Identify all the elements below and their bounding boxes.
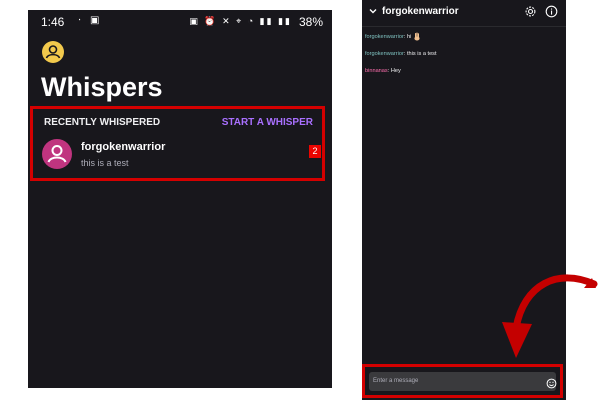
start-whisper-button[interactable]: START A WHISPER (222, 117, 313, 128)
chat-message: binnanas: Hey (365, 68, 401, 74)
emoji-icon[interactable] (546, 378, 557, 389)
message-username[interactable]: forgokenwarrior (365, 34, 404, 40)
conversation-avatar (42, 139, 72, 169)
user-icon (47, 145, 67, 163)
message-text: hi (407, 33, 412, 40)
section-header: RECENTLY WHISPERED (44, 117, 161, 128)
conversation-preview: this is a test (81, 158, 129, 168)
notification-icons: ⋅ ▣ (78, 15, 103, 26)
chat-header: forgokenwarrior (362, 0, 566, 27)
message-username[interactable]: forgokenwarrior (365, 51, 404, 57)
message-input-highlight: Enter a message (362, 364, 563, 398)
battery-level: 38% (298, 15, 323, 29)
user-icon (45, 45, 61, 59)
message-text: this is a test (407, 51, 437, 57)
profile-avatar[interactable] (42, 41, 64, 63)
gear-icon[interactable] (524, 5, 537, 18)
chat-title: forgokenwarrior (382, 6, 459, 17)
unread-badge: 2 (309, 145, 321, 158)
hand-emoji-icon (414, 32, 420, 41)
chat-message: forgokenwarrior: this is a test (365, 51, 437, 57)
message-input[interactable]: Enter a message (369, 372, 556, 391)
arrow-annotation-icon (502, 274, 598, 358)
conversation-name: forgokenwarrior (81, 141, 166, 153)
info-icon[interactable] (545, 5, 558, 18)
page-title: Whispers (41, 72, 163, 102)
message-username[interactable]: binnanas (365, 68, 388, 74)
status-bar: 1:46 ⋅ ▣ ▣ ⏰ ✕ ⌖ ◔ ▮▮ ▮▮ 38% (28, 10, 332, 34)
whispers-screen: 1:46 ⋅ ▣ ▣ ⏰ ✕ ⌖ ◔ ▮▮ ▮▮ 38% Whispers RE… (28, 10, 332, 388)
recent-whispers-section: RECENTLY WHISPERED START A WHISPER forgo… (30, 106, 325, 181)
message-text: Hey (390, 68, 401, 74)
input-placeholder: Enter a message (373, 378, 419, 384)
status-time: 1:46 (41, 15, 65, 29)
system-status-icons: ▣ ⏰ ✕ ⌖ ◔ ▮▮ ▮▮ (189, 16, 292, 26)
chevron-down-icon[interactable] (368, 6, 378, 16)
chat-message: forgokenwarrior: hi (365, 32, 563, 41)
message-list: forgokenwarrior: hi forgokenwarrior: thi… (365, 32, 563, 85)
